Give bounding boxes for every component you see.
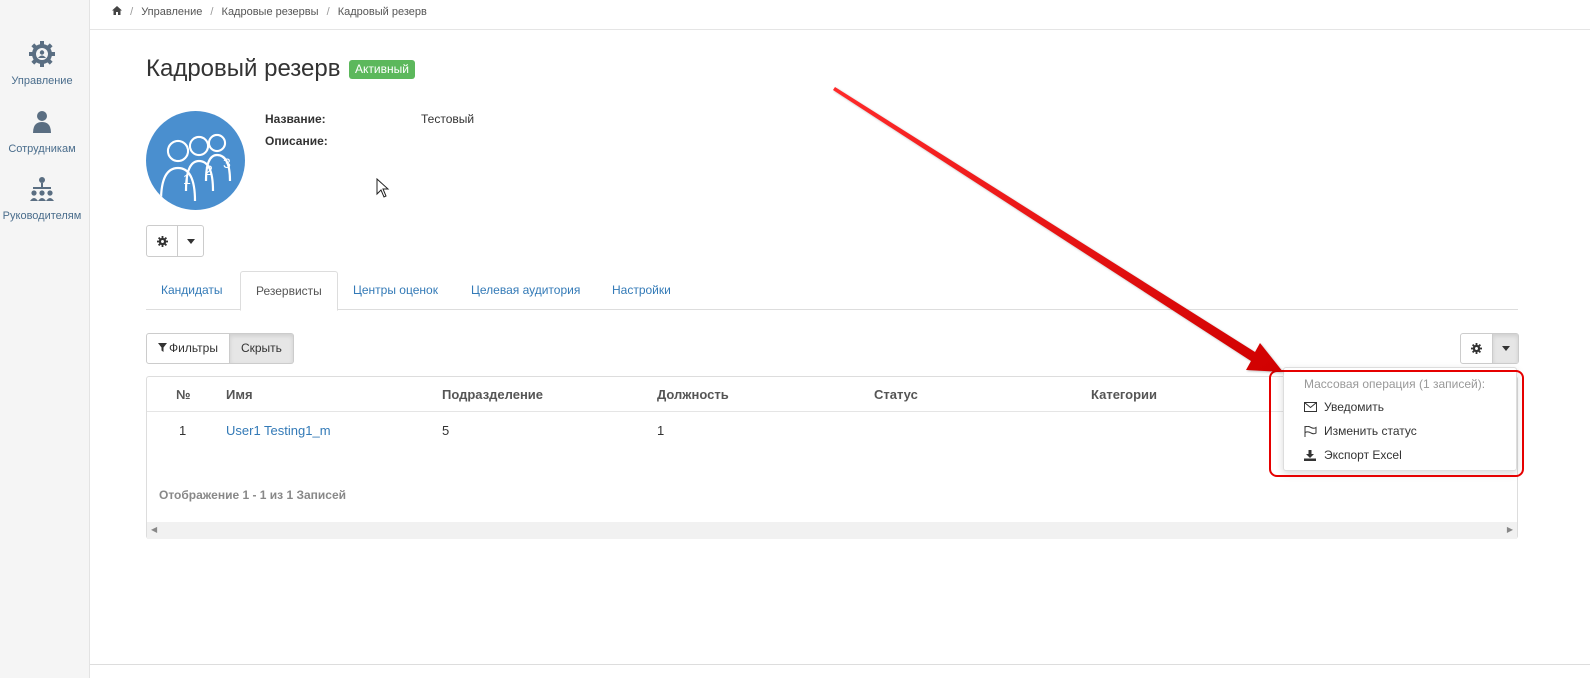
cell-department: 5 [442,423,450,438]
sidebar-item-label: Сотрудникам [8,143,76,155]
column-header-name[interactable]: Имя [226,387,253,402]
user-icon [33,111,51,133]
gear-icon [29,41,55,67]
hide-filters-button[interactable]: Скрыть [229,333,294,364]
sidebar: Управление Сотрудникам Руководителям [0,0,90,678]
annotation-highlight-box [1269,370,1524,477]
page-title: Кадровый резерв [146,55,341,82]
header-divider [90,29,1590,30]
name-value: Тестовый [421,112,475,126]
scroll-left-icon[interactable]: ◀ [151,525,157,534]
filters-button-label: Фильтры [169,341,218,355]
tab-bar: Кандидаты Резервисты Центры оценок Целев… [146,271,1518,311]
cell-number: 1 [179,423,187,438]
mass-actions-button [1460,333,1519,364]
sidebar-item-management[interactable]: Управление [0,40,84,87]
status-badge: Активный [349,60,415,79]
horizontal-scrollbar[interactable]: ◀ ▶ [147,522,1517,539]
table-settings-button[interactable] [1461,334,1493,363]
breadcrumb: / Управление / Кадровые резервы / Кадров… [112,6,427,18]
records-summary: Отображение 1 - 1 из 1 Записей [159,488,347,502]
org-chart-icon [30,177,54,201]
filter-icon [158,343,167,352]
avatar-number-2: 2 [205,162,213,178]
breadcrumb-item-management[interactable]: Управление [141,6,202,18]
name-label: Название: [265,112,326,126]
tab-assessment-centers[interactable]: Центры оценок [338,271,453,310]
mass-actions-dropdown-toggle[interactable] [1493,334,1518,363]
breadcrumb-separator: / [130,6,134,18]
tab-target-audience[interactable]: Целевая аудитория [456,271,595,310]
reserve-avatar: 1 2 3 [146,111,245,210]
description-label: Описание: [265,134,328,148]
filters-button[interactable]: Фильтры [146,333,230,364]
reserve-actions-button [146,225,204,257]
tab-candidates[interactable]: Кандидаты [146,271,238,310]
reserve-group-icon: 1 2 3 [159,133,232,202]
sidebar-item-label: Управление [11,75,73,87]
settings-button[interactable] [147,226,178,256]
caret-down-icon [1501,346,1510,351]
tab-settings[interactable]: Настройки [597,271,686,310]
gear-icon [156,235,168,247]
column-header-department[interactable]: Подразделение [442,387,543,402]
column-header-number[interactable]: № [176,387,191,402]
sidebar-item-employees[interactable]: Сотрудникам [0,108,84,155]
breadcrumb-separator: / [326,6,330,18]
sidebar-item-managers[interactable]: Руководителям [0,175,84,222]
breadcrumb-separator: / [210,6,214,18]
gear-icon [1471,343,1482,354]
cell-position: 1 [657,423,665,438]
avatar-number-1: 1 [183,171,191,187]
filter-button-group: Фильтры Скрыть [146,333,294,364]
avatar-number-3: 3 [223,155,231,171]
scroll-right-icon[interactable]: ▶ [1507,525,1513,534]
footer-divider [90,664,1590,665]
tab-reservists[interactable]: Резервисты [240,271,338,311]
sidebar-item-label: Руководителям [2,210,82,222]
mouse-cursor-icon [376,178,390,198]
caret-down-icon [186,238,195,244]
column-header-position[interactable]: Должность [657,387,729,402]
breadcrumb-item-reserves[interactable]: Кадровые резервы [222,6,319,18]
column-header-status[interactable]: Статус [874,387,918,402]
home-icon[interactable] [112,6,122,18]
settings-dropdown-toggle[interactable] [178,226,203,256]
breadcrumb-item-current: Кадровый резерв [337,6,427,18]
column-header-categories[interactable]: Категории [1091,387,1157,402]
cell-name-link[interactable]: User1 Testing1_m [226,423,331,438]
